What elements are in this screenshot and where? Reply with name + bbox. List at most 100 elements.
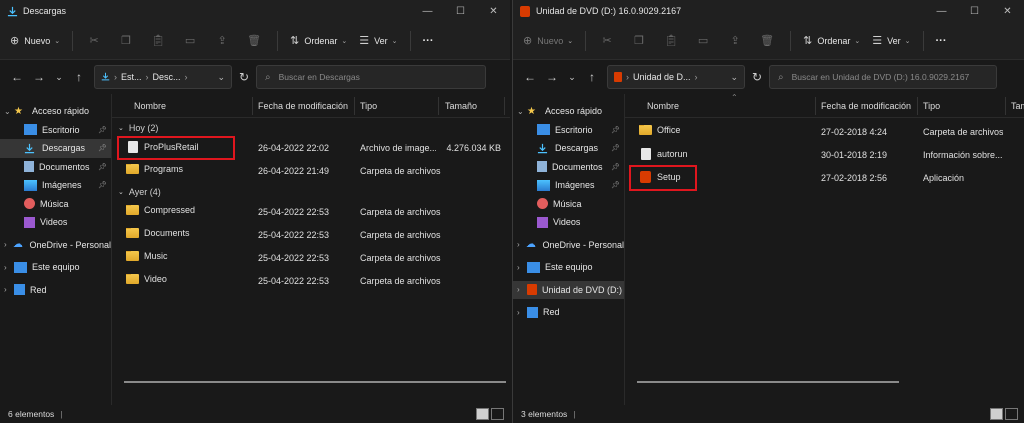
nav-item-videos[interactable]: Videos: [513, 213, 624, 232]
nav-item-music[interactable]: Música: [513, 195, 624, 214]
plus-circle-icon: ⊕: [10, 35, 20, 47]
nav-item-pictures[interactable]: Imágenes 📌︎: [0, 176, 111, 195]
nav-network[interactable]: › Red: [0, 281, 111, 300]
navigation-pane: ⌄ ★ Acceso rápido Escritorio 📌︎ Descargas 📌︎…: [513, 94, 625, 405]
close-button[interactable]: ✕: [477, 0, 510, 22]
new-label: Nuevo: [537, 35, 564, 46]
up-arrow-icon[interactable]: ↑: [68, 70, 90, 84]
up-arrow-icon[interactable]: ↑: [581, 70, 603, 84]
rename-icon[interactable]: ▭: [181, 34, 199, 47]
nav-item-desktop[interactable]: Escritorio 📌︎: [513, 121, 624, 140]
column-header-size[interactable]: Tam: [1011, 101, 1024, 111]
breadcrumb-separator: ›: [694, 72, 698, 82]
copy-icon[interactable]: ❐: [117, 34, 135, 47]
view-icon: ☰: [359, 35, 370, 47]
copy-icon[interactable]: ❐: [630, 34, 648, 47]
nav-label: Unidad de DVD (D:): [542, 284, 623, 295]
paste-icon[interactable]: 📋︎: [662, 34, 680, 47]
search-input[interactable]: ⌕ Buscar en Unidad de DVD (D:) 16.0.9029…: [769, 65, 997, 89]
table-row[interactable]: Music 25-04-2022 22:53 Carpeta de archiv…: [112, 246, 510, 269]
back-arrow-icon[interactable]: ←: [6, 70, 28, 84]
nav-quick-access[interactable]: ⌄ ★ Acceso rápido: [0, 102, 111, 121]
more-options-button[interactable]: ···: [936, 35, 947, 47]
new-button[interactable]: ⊕ Nuevo ⌄: [10, 34, 60, 47]
table-row[interactable]: Documents 25-04-2022 22:53 Carpeta de ar…: [112, 223, 510, 246]
minimize-button[interactable]: —: [925, 0, 958, 22]
table-row[interactable]: Programs 26-04-2022 21:49 Carpeta de arc…: [112, 159, 510, 182]
paste-icon[interactable]: 📋︎: [149, 34, 167, 47]
group-header[interactable]: ⌄ Ayer (4): [112, 184, 510, 200]
column-header-size[interactable]: Tamaño: [445, 101, 477, 111]
nav-dvd-drive[interactable]: › Unidad de DVD (D:): [513, 280, 624, 299]
tiles-view-icon[interactable]: [491, 408, 504, 420]
refresh-icon[interactable]: ↻: [232, 70, 256, 84]
table-row[interactable]: Compressed 25-04-2022 22:53 Carpeta de a…: [112, 200, 510, 223]
column-header-name[interactable]: Nombre: [647, 101, 679, 111]
pin-icon: 📌︎: [611, 182, 620, 190]
delete-icon[interactable]: 🗑︎: [758, 34, 776, 47]
share-icon[interactable]: ⇪: [213, 34, 231, 47]
nav-this-pc[interactable]: › Este equipo: [513, 258, 624, 277]
horizontal-scrollbar[interactable]: [124, 381, 506, 383]
close-button[interactable]: ✕: [991, 0, 1024, 22]
address-bar[interactable]: › Unidad de D... › ⌄: [607, 65, 745, 89]
sort-button[interactable]: ⇅ Ordenar ⌄: [803, 34, 860, 47]
column-header-date[interactable]: Fecha de modificación: [258, 101, 348, 111]
column-header-type[interactable]: Tipo: [360, 101, 377, 111]
back-arrow-icon[interactable]: ←: [519, 70, 541, 84]
nav-item-videos[interactable]: Videos: [0, 213, 111, 232]
more-options-button[interactable]: ···: [423, 35, 434, 47]
minimize-button[interactable]: —: [411, 0, 444, 22]
view-button[interactable]: ☰ Ver ⌄: [872, 34, 910, 47]
recent-chevron-icon[interactable]: ⌄: [563, 72, 581, 83]
share-icon[interactable]: ⇪: [726, 34, 744, 47]
nav-item-pictures[interactable]: Imágenes 📌︎: [513, 176, 624, 195]
details-view-icon[interactable]: [990, 408, 1003, 420]
forward-arrow-icon[interactable]: →: [541, 70, 563, 84]
group-header[interactable]: ⌄ Hoy (2): [112, 120, 510, 136]
column-header-name[interactable]: Nombre: [134, 101, 166, 111]
cut-icon[interactable]: ✂: [85, 34, 103, 47]
column-header-type[interactable]: Tipo: [923, 101, 940, 111]
nav-item-documents[interactable]: Documentos 📌︎: [513, 158, 624, 177]
column-header-date[interactable]: Fecha de modificación: [821, 101, 911, 111]
nav-quick-access[interactable]: ⌄ ★ Acceso rápido: [513, 102, 624, 121]
cut-icon[interactable]: ✂: [598, 34, 616, 47]
horizontal-scrollbar[interactable]: [637, 381, 899, 383]
breadcrumb-item[interactable]: Desc...: [153, 72, 181, 82]
nav-this-pc[interactable]: › Este equipo: [0, 258, 111, 277]
recent-chevron-icon[interactable]: ⌄: [50, 72, 68, 83]
forward-arrow-icon[interactable]: →: [28, 70, 50, 84]
chevron-down-icon: ⌄: [391, 37, 398, 45]
breadcrumb-item[interactable]: Est...: [121, 72, 142, 82]
refresh-icon[interactable]: ↻: [745, 70, 769, 84]
view-button[interactable]: ☰ Ver ⌄: [359, 34, 397, 47]
nav-label: Descargas: [555, 143, 599, 154]
table-row[interactable]: Video 25-04-2022 22:53 Carpeta de archiv…: [112, 269, 510, 292]
search-input[interactable]: ⌕ Buscar en Descargas: [256, 65, 486, 89]
tiles-view-icon[interactable]: [1005, 408, 1018, 420]
nav-item-desktop[interactable]: Escritorio 📌︎: [0, 121, 111, 140]
delete-icon[interactable]: 🗑︎: [245, 34, 263, 47]
nav-network[interactable]: › Red: [513, 303, 624, 322]
nav-onedrive[interactable]: › ☁ OneDrive - Personal: [513, 236, 624, 255]
new-button[interactable]: ⊕ Nuevo ⌄: [523, 34, 573, 47]
address-bar[interactable]: › Est... › Desc... › ⌄: [94, 65, 232, 89]
nav-item-documents[interactable]: Documentos 📌︎: [0, 158, 111, 177]
breadcrumb-item[interactable]: Unidad de D...: [633, 72, 691, 82]
rename-icon[interactable]: ▭: [694, 34, 712, 47]
nav-onedrive[interactable]: › ☁ OneDrive - Personal: [0, 236, 111, 255]
status-bar: 3 elementos |: [513, 405, 1024, 423]
nav-item-downloads[interactable]: Descargas 📌︎: [513, 139, 624, 158]
address-dropdown-icon[interactable]: ⌄: [730, 72, 738, 83]
details-view-icon[interactable]: [476, 408, 489, 420]
address-dropdown-icon[interactable]: ⌄: [217, 72, 225, 83]
maximize-button[interactable]: ☐: [444, 0, 477, 22]
table-row[interactable]: Office 27-02-2018 4:24 Carpeta de archiv…: [625, 120, 1024, 143]
maximize-button[interactable]: ☐: [958, 0, 991, 22]
table-row[interactable]: autorun 30-01-2018 2:19 Información sobr…: [625, 143, 1024, 166]
nav-item-music[interactable]: Música: [0, 195, 111, 214]
sort-button[interactable]: ⇅ Ordenar ⌄: [290, 34, 347, 47]
file-name: Documents: [126, 228, 190, 238]
nav-item-downloads[interactable]: Descargas 📌︎: [0, 139, 111, 158]
